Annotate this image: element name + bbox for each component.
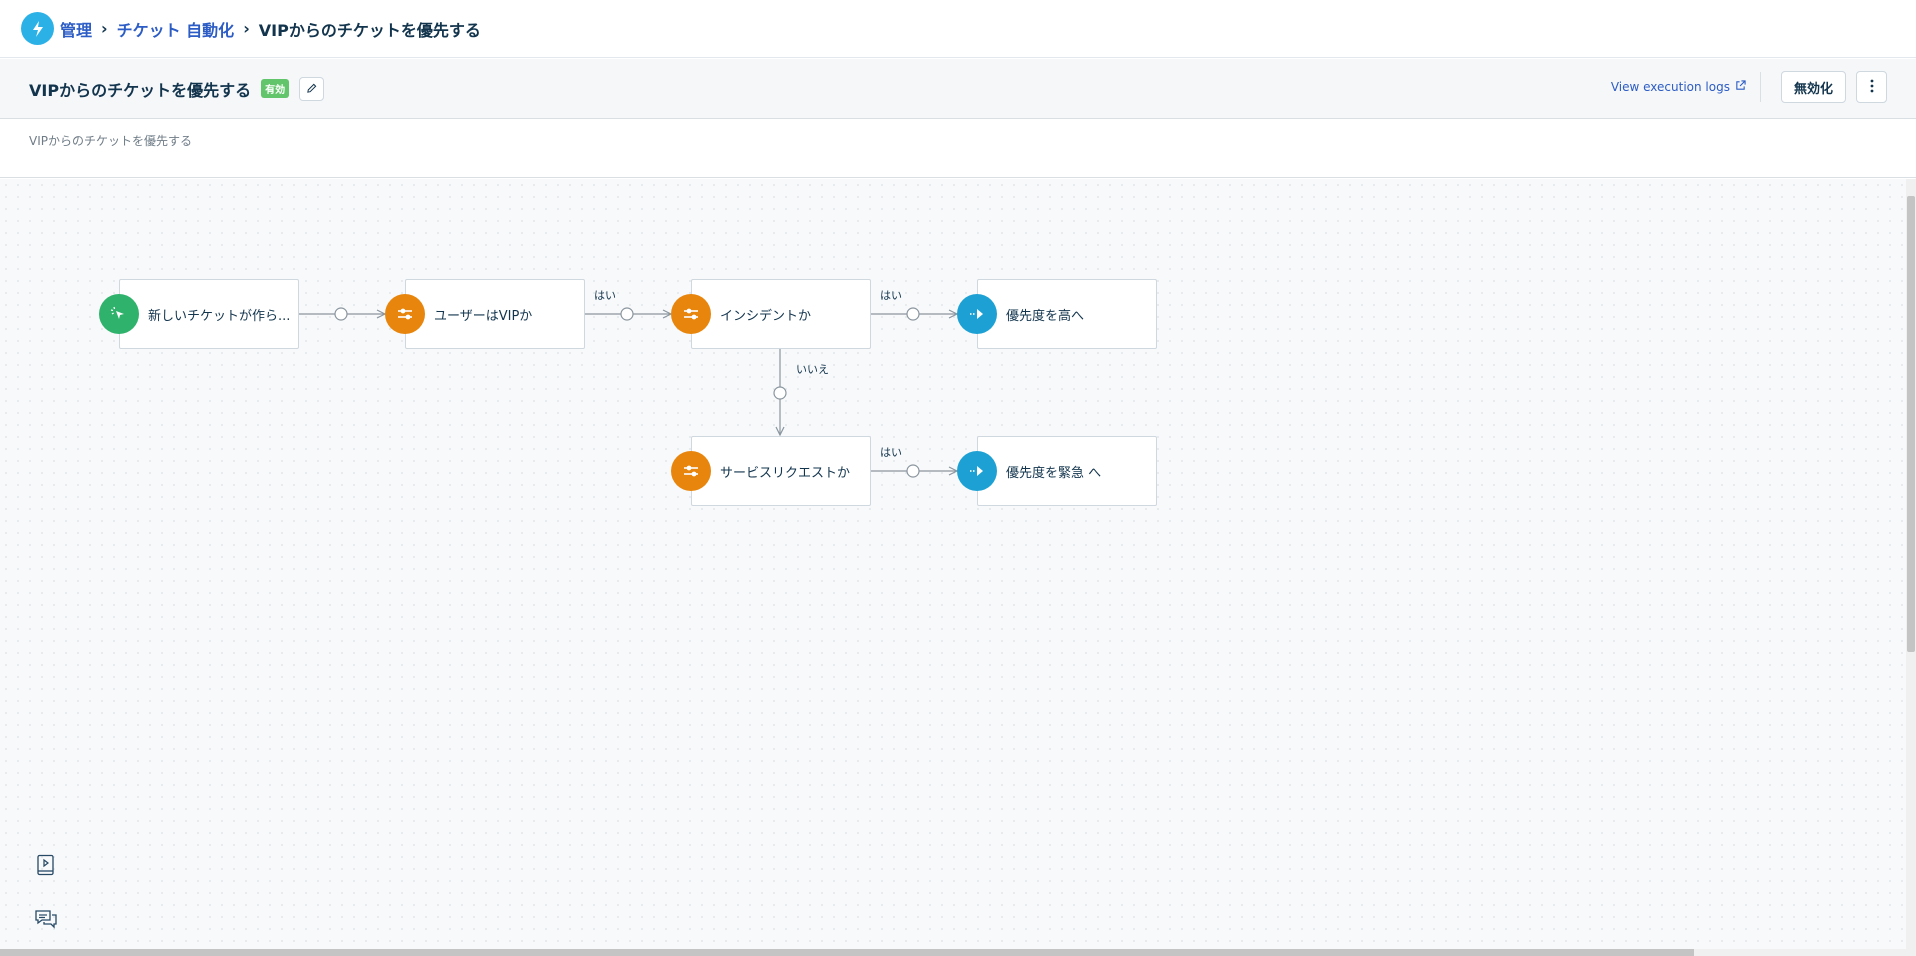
lightning-icon[interactable] — [21, 12, 54, 45]
chat-icon[interactable] — [33, 906, 59, 932]
edge-label-yes: はい — [880, 289, 902, 302]
node-condition-service-request[interactable]: サービスリクエストか — [691, 436, 871, 506]
node-label: 新しいチケットが作ら... — [148, 308, 291, 324]
horizontal-scrollbar-thumb[interactable] — [0, 949, 1694, 956]
node-label: サービスリクエストか — [720, 465, 851, 481]
page-title: VIPからのチケットを優先する — [29, 80, 252, 100]
breadcrumb-current: VIPからのチケットを優先する — [258, 20, 481, 40]
chevron-right-icon: › — [101, 19, 108, 38]
description-text: VIPからのチケットを優先する — [29, 134, 192, 148]
chevron-right-icon: › — [243, 19, 250, 38]
edge-label-no: いいえ — [796, 363, 829, 376]
external-link-icon — [1735, 80, 1746, 94]
kebab-icon — [1870, 78, 1874, 97]
node-label: インシデントか — [720, 308, 812, 324]
edge-label-yes: はい — [594, 289, 616, 302]
node-condition-incident[interactable]: インシデントか — [691, 279, 871, 349]
flow-canvas[interactable]: 新しいチケットが作ら... ユーザーはVIPか インシデントか 優先度を高へ サ… — [0, 179, 1906, 949]
connector-handle[interactable] — [620, 307, 634, 321]
pencil-icon — [306, 79, 317, 98]
top-bar: 管理 › チケット 自動化 › VIPからのチケットを優先する — [0, 0, 1916, 58]
description: VIPからのチケットを優先する — [0, 120, 1916, 178]
more-options-button[interactable] — [1856, 71, 1887, 103]
page-header: VIPからのチケットを優先する 有効 View execution logs 無… — [0, 59, 1916, 119]
condition-icon — [671, 451, 711, 491]
action-icon — [957, 451, 997, 491]
exec-logs-label: View execution logs — [1610, 80, 1730, 94]
status-badge: 有効 — [261, 79, 290, 98]
node-label: ユーザーはVIPか — [434, 308, 533, 324]
connector-handle[interactable] — [906, 307, 920, 321]
trigger-icon — [99, 294, 139, 334]
view-execution-logs-link[interactable]: View execution logs — [1611, 72, 1761, 102]
breadcrumb-admin[interactable]: 管理 — [60, 17, 92, 41]
edit-button[interactable] — [299, 76, 325, 101]
node-trigger[interactable]: 新しいチケットが作ら... — [119, 279, 299, 349]
vertical-scrollbar-thumb[interactable] — [1907, 196, 1915, 652]
node-condition-vip[interactable]: ユーザーはVIPか — [405, 279, 585, 349]
breadcrumb-ticket-automation[interactable]: チケット 自動化 — [117, 17, 235, 41]
node-label: 優先度を緊急 へ — [1006, 465, 1102, 481]
node-action-high[interactable]: 優先度を高へ — [977, 279, 1157, 349]
playbook-icon[interactable] — [33, 852, 59, 878]
connector-handle[interactable] — [773, 386, 787, 400]
node-label: 優先度を高へ — [1006, 308, 1085, 324]
action-icon — [957, 294, 997, 334]
connector-handle[interactable] — [906, 464, 920, 478]
node-action-urgent[interactable]: 優先度を緊急 へ — [977, 436, 1157, 506]
edge-label-yes: はい — [880, 446, 902, 459]
connector-handle[interactable] — [334, 307, 348, 321]
condition-icon — [385, 294, 425, 334]
condition-icon — [671, 294, 711, 334]
disable-button[interactable]: 無効化 — [1780, 71, 1846, 103]
